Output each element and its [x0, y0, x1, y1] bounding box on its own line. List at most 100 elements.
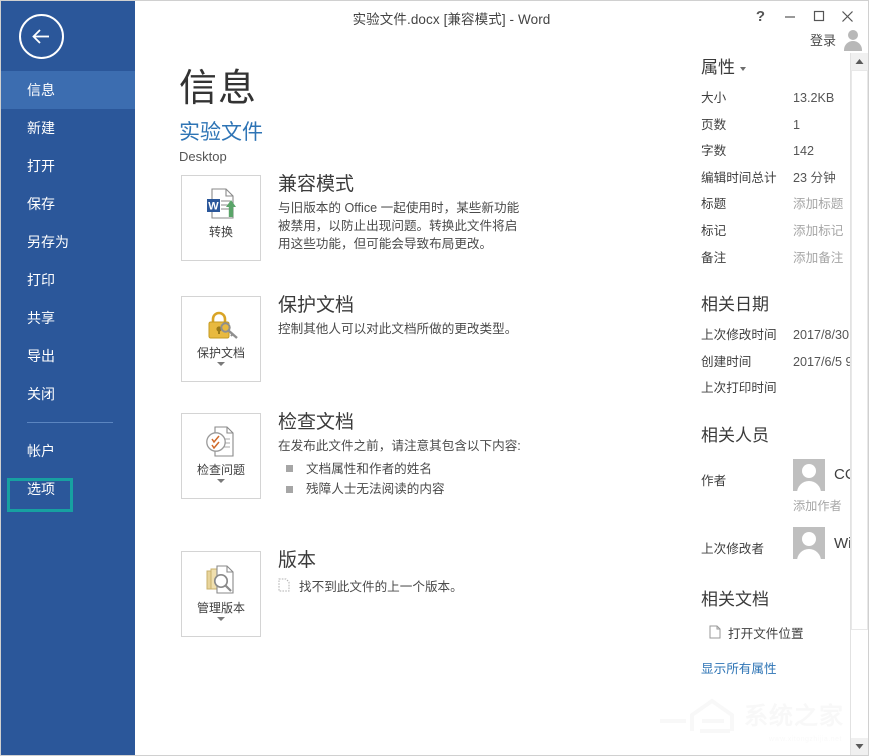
window-controls: ? — [746, 3, 862, 29]
backstage-content: 信息 实验文件 Desktop W 转换 — [135, 53, 868, 755]
inspect-issues-button[interactable]: 检查问题 — [181, 413, 261, 499]
site-watermark: 系统之家 www.xitongzhijia.net — [656, 687, 846, 749]
property-row-title[interactable]: 标题 添加标题 — [701, 198, 868, 211]
property-label: 备注 — [701, 252, 793, 265]
backstage-sidebar: 信息 新建 打开 保存 另存为 打印 共享 导出 关闭 帐户 选项 — [1, 1, 135, 756]
chevron-down-icon[interactable] — [217, 617, 225, 621]
convert-button[interactable]: W 转换 — [181, 175, 261, 261]
sidebar-item-share[interactable]: 共享 — [1, 299, 135, 337]
section-protect-document: 保护文档 保护文档 控制其他人可以对此文档所做的更改类型。 — [181, 296, 526, 382]
date-row-last-printed: 上次打印时间 — [701, 382, 868, 395]
sidebar-item-new[interactable]: 新建 — [1, 109, 135, 147]
sidebar-item-export[interactable]: 导出 — [1, 337, 135, 375]
sidebar-divider — [27, 422, 113, 423]
property-value-placeholder[interactable]: 添加标题 — [793, 198, 843, 211]
sidebar-item-options[interactable]: 选项 — [1, 470, 135, 508]
sidebar-item-label: 导出 — [27, 346, 55, 366]
date-label: 上次修改时间 — [701, 329, 793, 342]
chevron-down-icon[interactable] — [217, 362, 225, 366]
section-versions: 管理版本 版本 找不到此文件的上一个版本。 — [181, 551, 526, 637]
minimize-icon[interactable] — [775, 3, 804, 29]
property-value-placeholder[interactable]: 添加标记 — [793, 225, 843, 238]
sidebar-item-close[interactable]: 关闭 — [1, 375, 135, 413]
section-body: 兼容模式 与旧版本的 Office 一起使用时，某些新功能被禁用，以防止出现问题… — [278, 175, 526, 254]
list-item-label: 残障人士无法阅读的内容 — [306, 479, 445, 499]
bullet-square-icon — [286, 486, 293, 493]
section-title: 版本 — [278, 551, 526, 572]
scroll-down-arrow-icon[interactable] — [851, 738, 868, 755]
page-icon — [278, 578, 290, 592]
version-note: 找不到此文件的上一个版本。 — [278, 576, 526, 595]
title-bar: 实验文件.docx [兼容模式] - Word ? 登录 — [135, 1, 868, 53]
help-icon[interactable]: ? — [746, 3, 775, 29]
vertical-scrollbar[interactable] — [850, 53, 868, 755]
chevron-down-icon[interactable] — [740, 67, 746, 71]
sidebar-item-label: 关闭 — [27, 384, 55, 404]
property-value: 13.2KB — [793, 92, 834, 105]
property-label: 标题 — [701, 198, 793, 211]
related-documents-title: 相关文档 — [701, 585, 868, 610]
section-description: 在发布此文件之前，请注意其包含以下内容: — [278, 438, 526, 456]
svg-text:W: W — [208, 201, 219, 213]
open-file-location-button[interactable]: 打开文件位置 — [701, 623, 868, 642]
property-row-words: 字数 142 — [701, 145, 868, 158]
inspect-issues-button-label: 检查问题 — [197, 464, 245, 477]
property-row-comments[interactable]: 备注 添加备注 — [701, 252, 868, 265]
scrollbar-track[interactable] — [851, 70, 868, 738]
section-title: 保护文档 — [278, 296, 526, 317]
property-value: 142 — [793, 145, 814, 158]
section-description: 控制其他人可以对此文档所做的更改类型。 — [278, 321, 526, 339]
related-people-title: 相关人员 — [701, 421, 868, 446]
convert-document-icon: W — [201, 185, 241, 223]
close-icon[interactable] — [833, 3, 862, 29]
open-file-location-label: 打开文件位置 — [728, 623, 804, 642]
sidebar-item-label: 打印 — [27, 270, 55, 290]
sidebar-item-label: 信息 — [27, 80, 55, 100]
restore-icon[interactable] — [804, 3, 833, 29]
manage-versions-button[interactable]: 管理版本 — [181, 551, 261, 637]
section-description: 与旧版本的 Office 一起使用时，某些新功能被禁用，以防止出现问题。转换此文… — [278, 200, 526, 254]
property-label: 编辑时间总计 — [701, 172, 793, 185]
sidebar-item-info[interactable]: 信息 — [1, 71, 135, 109]
section-body: 检查文档 在发布此文件之前，请注意其包含以下内容: 文档属性和作者的姓名 残障人… — [278, 413, 526, 500]
page-title: 信息 — [179, 57, 257, 112]
bullet-square-icon — [286, 465, 293, 472]
sidebar-item-account[interactable]: 帐户 — [1, 432, 135, 470]
manage-versions-button-label: 管理版本 — [197, 602, 245, 615]
person-label: 上次修改者 — [701, 527, 793, 557]
word-backstage-window: 实验文件.docx [兼容模式] - Word ? 登录 — [0, 0, 869, 756]
sidebar-item-label: 另存为 — [27, 232, 69, 252]
back-button-wrap — [1, 1, 135, 71]
section-compatibility-mode: W 转换 兼容模式 与旧版本的 Office 一起使用时，某些新功能被禁用，以防… — [181, 175, 526, 261]
chevron-down-icon[interactable] — [217, 479, 225, 483]
avatar — [793, 459, 825, 491]
watermark-subtext: www.xitongzhijia.net — [769, 736, 842, 743]
date-label: 上次打印时间 — [701, 382, 793, 395]
back-arrow-icon[interactable] — [19, 14, 64, 59]
protect-document-button[interactable]: 保护文档 — [181, 296, 261, 382]
inspect-issues-list: 文档属性和作者的姓名 残障人士无法阅读的内容 — [278, 459, 526, 500]
section-title: 检查文档 — [278, 413, 526, 434]
sidebar-item-label: 打开 — [27, 156, 55, 176]
show-all-properties-link[interactable]: 显示所有属性 — [701, 658, 868, 677]
protect-document-button-label: 保护文档 — [197, 347, 245, 360]
page-icon — [709, 625, 721, 639]
property-label: 页数 — [701, 119, 793, 132]
property-row-pages: 页数 1 — [701, 119, 868, 132]
sidebar-item-print[interactable]: 打印 — [1, 261, 135, 299]
section-inspect-document: 检查问题 检查文档 在发布此文件之前，请注意其包含以下内容: 文档属性和作者的姓… — [181, 413, 526, 500]
watermark-text: 系统之家 — [744, 696, 844, 731]
sidebar-item-save[interactable]: 保存 — [1, 185, 135, 223]
scroll-up-arrow-icon[interactable] — [851, 53, 868, 70]
property-row-tags[interactable]: 标记 添加标记 — [701, 225, 868, 238]
property-value-placeholder[interactable]: 添加备注 — [793, 252, 843, 265]
properties-header[interactable]: 属性 — [701, 53, 868, 78]
list-item: 文档属性和作者的姓名 — [278, 459, 526, 479]
property-row-size: 大小 13.2KB — [701, 92, 868, 105]
sign-in-area[interactable]: 登录 — [810, 27, 864, 51]
sidebar-item-save-as[interactable]: 另存为 — [1, 223, 135, 261]
sidebar-item-open[interactable]: 打开 — [1, 147, 135, 185]
lock-key-icon — [201, 306, 241, 344]
scrollbar-thumb[interactable] — [851, 70, 868, 630]
sidebar-item-label: 帐户 — [27, 441, 55, 461]
